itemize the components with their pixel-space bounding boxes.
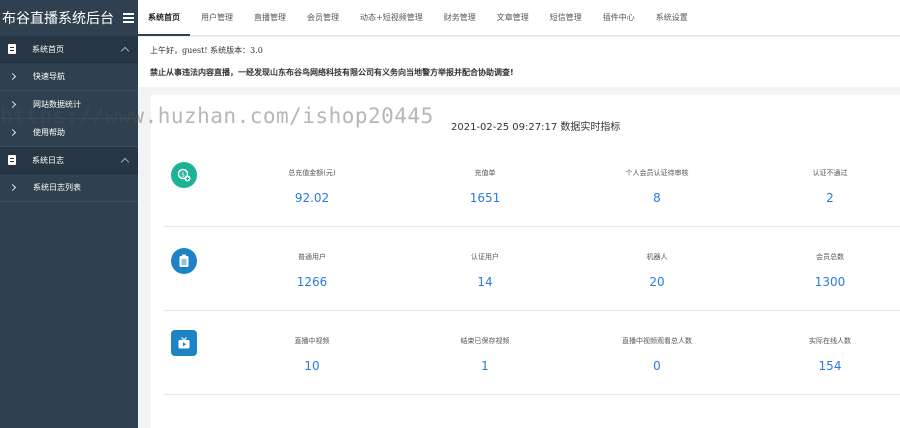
stats-row-live: 直播中视频 10 结束已保存视频 1 直播中视频观看总人数 0 实际在线人数 1… bbox=[163, 311, 900, 395]
stat-value: 1300 bbox=[814, 275, 846, 289]
stat-robots: 机器人 20 bbox=[577, 252, 737, 289]
stat-label: 结束已保存视频 bbox=[460, 337, 510, 345]
money-plus-icon: $ bbox=[171, 162, 197, 188]
greeting-text: 上午好，guest! 系统版本：3.0 bbox=[150, 46, 263, 55]
svg-text:$: $ bbox=[181, 172, 185, 179]
tab-articles[interactable]: 文章管理 bbox=[487, 0, 539, 36]
chevron-right-icon bbox=[8, 183, 17, 192]
sidebar-item-help[interactable]: 使用帮助 bbox=[0, 119, 138, 147]
brand-header: 布谷直播系统后台 bbox=[0, 0, 138, 36]
stat-value: 2 bbox=[826, 191, 834, 205]
stat-pending-verification: 个人会员认证待审核 8 bbox=[577, 168, 737, 205]
stat-total-members: 会员总数 1300 bbox=[750, 252, 900, 289]
document-icon bbox=[8, 44, 16, 54]
notice-panel: 上午好，guest! 系统版本：3.0 禁止从事违法内容直播，一经发现山东布谷鸟… bbox=[138, 37, 900, 87]
stat-value: 20 bbox=[649, 275, 665, 289]
stats-card: 2021-02-25 09:27:17 数据实时指标 $ 总充值金额(元) 92… bbox=[151, 95, 900, 428]
chevron-up-icon bbox=[120, 46, 130, 55]
stat-label: 普通用户 bbox=[298, 253, 326, 261]
main-content: 上午好，guest! 系统版本：3.0 禁止从事违法内容直播，一经发现山东布谷鸟… bbox=[138, 37, 900, 428]
stat-label: 认证用户 bbox=[471, 253, 499, 261]
stat-recharge-orders: 充值单 1651 bbox=[405, 168, 565, 205]
stat-value: 10 bbox=[304, 359, 320, 373]
tab-members[interactable]: 会员管理 bbox=[297, 0, 349, 36]
stat-value: 154 bbox=[818, 359, 842, 373]
stat-verification-failed: 认证不通过 2 bbox=[750, 168, 900, 205]
stat-label: 实际在线人数 bbox=[809, 337, 851, 345]
stat-live-viewers: 直播中视频观看总人数 0 bbox=[577, 336, 737, 373]
chevron-up-icon bbox=[120, 157, 130, 166]
stat-value: 14 bbox=[477, 275, 493, 289]
stat-value: 1 bbox=[481, 359, 489, 373]
stat-saved-videos: 结束已保存视频 1 bbox=[405, 336, 565, 373]
stat-label: 充值单 bbox=[474, 169, 496, 177]
sidebar-item-quick-nav[interactable]: 快速导航 bbox=[0, 63, 138, 91]
sidebar-item-label: 快速导航 bbox=[33, 72, 65, 81]
stats-row-finance: $ 总充值金额(元) 92.02 充值单 1651 个人会员认证待审核 8 认证… bbox=[163, 143, 900, 227]
chevron-right-icon bbox=[8, 100, 17, 109]
stat-verified-users: 认证用户 14 bbox=[405, 252, 565, 289]
clipboard-icon bbox=[171, 248, 197, 274]
top-nav-tabs: 系统首页 用户管理 直播管理 会员管理 动态+短视频管理 财务管理 文章管理 短… bbox=[138, 0, 698, 36]
tv-icon bbox=[171, 330, 197, 356]
stat-value: 92.02 bbox=[294, 191, 330, 205]
stat-label: 总充值金额(元) bbox=[288, 169, 336, 177]
stat-live-videos: 直播中视频 10 bbox=[232, 336, 392, 373]
stat-value: 0 bbox=[653, 359, 661, 373]
stat-label: 直播中视频观看总人数 bbox=[622, 337, 692, 345]
tab-sms[interactable]: 短信管理 bbox=[540, 0, 592, 36]
menu-toggle-icon[interactable] bbox=[123, 13, 134, 23]
stat-label: 直播中视频 bbox=[294, 337, 330, 345]
sidebar-group-home[interactable]: 系统首页 bbox=[0, 36, 138, 63]
stat-label: 会员总数 bbox=[816, 253, 844, 261]
chevron-right-icon bbox=[8, 128, 17, 137]
tab-users[interactable]: 用户管理 bbox=[191, 0, 243, 36]
chevron-right-icon bbox=[8, 72, 17, 81]
sidebar-item-label: 系统日志列表 bbox=[33, 183, 81, 192]
sidebar-item-log-list[interactable]: 系统日志列表 bbox=[0, 174, 138, 202]
stat-label: 机器人 bbox=[646, 253, 668, 261]
stat-normal-users: 普通用户 1266 bbox=[232, 252, 392, 289]
tab-home[interactable]: 系统首页 bbox=[138, 0, 190, 36]
sidebar-group-label: 系统日志 bbox=[32, 155, 64, 165]
legal-warning: 禁止从事违法内容直播，一经发现山东布谷鸟网络科技有限公司有义务向当地警方举报并配… bbox=[150, 68, 514, 77]
stat-label: 个人会员认证待审核 bbox=[625, 169, 689, 177]
sidebar-item-site-stats[interactable]: 网站数据统计 bbox=[0, 91, 138, 119]
tab-moments-videos[interactable]: 动态+短视频管理 bbox=[350, 0, 433, 36]
top-bar: 布谷直播系统后台 系统首页 用户管理 直播管理 会员管理 动态+短视频管理 财务… bbox=[0, 0, 900, 36]
sidebar-item-label: 网站数据统计 bbox=[33, 100, 81, 109]
document-icon bbox=[8, 155, 16, 165]
sidebar-item-label: 使用帮助 bbox=[33, 128, 65, 137]
tab-plugins[interactable]: 插件中心 bbox=[593, 0, 645, 36]
sidebar-group-logs[interactable]: 系统日志 bbox=[0, 147, 138, 174]
tab-settings[interactable]: 系统设置 bbox=[646, 0, 698, 36]
stat-total-recharge: 总充值金额(元) 92.02 bbox=[232, 168, 392, 205]
stats-row-users: 普通用户 1266 认证用户 14 机器人 20 会员总数 1300 bbox=[163, 227, 900, 311]
stats-card-title: 2021-02-25 09:27:17 数据实时指标 bbox=[451, 122, 621, 133]
tab-finance[interactable]: 财务管理 bbox=[434, 0, 486, 36]
stat-label: 认证不通过 bbox=[812, 169, 848, 177]
sidebar: 系统首页 快速导航 网站数据统计 使用帮助 系统日志 系统日志列表 bbox=[0, 36, 138, 428]
stat-value: 1651 bbox=[469, 191, 501, 205]
app-title: 布谷直播系统后台 bbox=[2, 11, 114, 27]
stat-online-users: 实际在线人数 154 bbox=[750, 336, 900, 373]
tab-live[interactable]: 直播管理 bbox=[244, 0, 296, 36]
sidebar-group-label: 系统首页 bbox=[32, 44, 64, 54]
stat-value: 1266 bbox=[296, 275, 328, 289]
stat-value: 8 bbox=[653, 191, 661, 205]
